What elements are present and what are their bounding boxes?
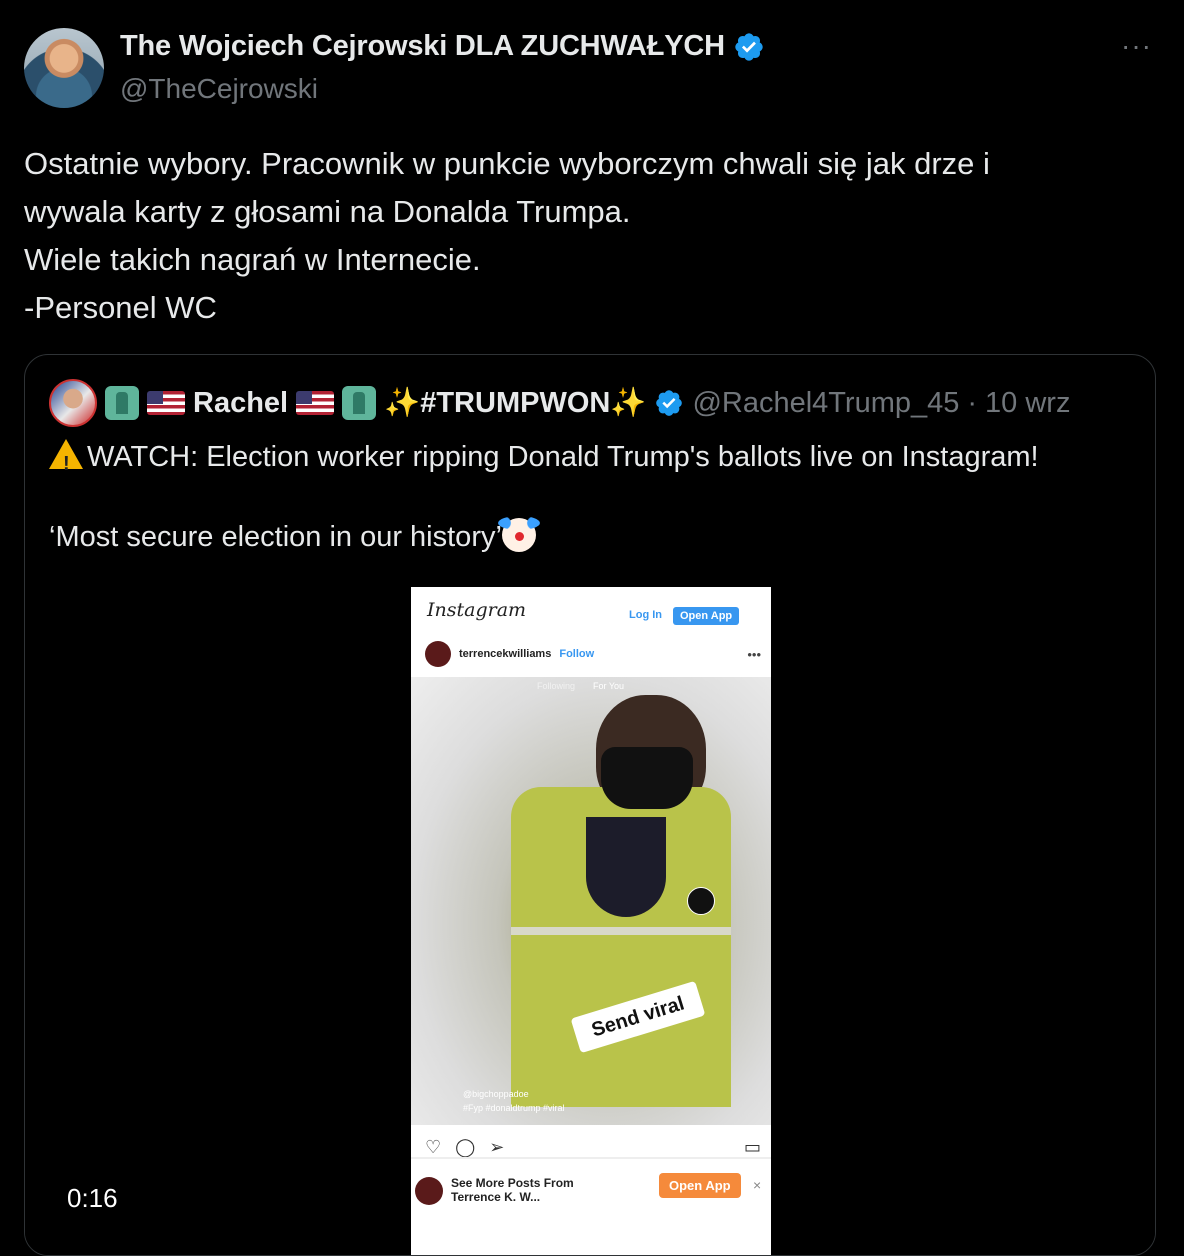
more-options-icon[interactable]: ··· xyxy=(1121,30,1152,62)
separator-dot: · xyxy=(967,386,978,419)
bookmark-icon: ▭ xyxy=(743,1137,761,1157)
instagram-user-avatar xyxy=(425,641,451,667)
instagram-username: terrencekwilliams xyxy=(459,648,552,660)
instagram-more-icon: ••• xyxy=(747,646,761,662)
caption-user: @bigchoppadoe xyxy=(463,1089,529,1099)
face-mask xyxy=(601,747,693,809)
verified-badge-icon xyxy=(735,32,763,61)
banner-avatar xyxy=(415,1177,443,1205)
vest-stripe xyxy=(511,927,731,935)
video-frame: Instagram Log In Open App terrencekwilli… xyxy=(411,587,771,1255)
instagram-actions: ♡ ◯ ➢ ▭ xyxy=(425,1137,761,1158)
clown-face-icon xyxy=(497,516,540,552)
warning-icon xyxy=(49,439,83,484)
author-handle[interactable]: @TheCejrowski xyxy=(120,73,318,105)
instagram-banner: See More Posts From Terrence K. W... Ope… xyxy=(411,1157,771,1219)
video-caption: @bigchoppadoe #Fyp #donaldtrump #viral xyxy=(463,1087,565,1115)
statue-of-liberty-icon xyxy=(105,386,139,420)
instagram-logo: Instagram xyxy=(427,599,527,621)
banner-text-line1: See More Posts From xyxy=(451,1176,574,1190)
quoted-tweet-date[interactable]: 10 wrz xyxy=(985,387,1070,420)
us-flag-icon xyxy=(296,391,335,415)
quoted-tweet-text-line2: ‘Most secure election in our history’ xyxy=(49,516,1129,557)
instagram-follow: Follow xyxy=(559,648,595,660)
video-tabs: Following For You xyxy=(537,681,624,691)
comment-icon: ◯ xyxy=(455,1137,476,1157)
quoted-author-avatar[interactable] xyxy=(49,379,97,427)
instagram-login: Log In xyxy=(629,609,662,621)
video-content: Following For You Send viral @bigchoppad… xyxy=(411,677,771,1125)
caption-tags: #Fyp #donaldtrump #viral xyxy=(463,1103,565,1113)
instagram-header: Instagram Log In Open App xyxy=(411,587,771,633)
quoted-tweet[interactable]: Rachel ✨#TRUMPWON✨ @Rachel4Trump_45 · 10… xyxy=(24,354,1156,1256)
quoted-text-2: ‘Most secure election in our history’ xyxy=(49,521,502,553)
banner-open-app: Open App xyxy=(659,1173,741,1198)
instagram-open-app: Open App xyxy=(673,607,740,625)
badge-icon xyxy=(687,887,715,915)
tab-following: Following xyxy=(537,681,576,691)
shirt xyxy=(586,817,666,917)
quoted-author-tag: ✨#TRUMPWON✨ xyxy=(384,387,647,419)
heart-icon: ♡ xyxy=(425,1137,442,1157)
banner-close-icon: × xyxy=(753,1177,762,1193)
quoted-text-1: WATCH: Election worker ripping Donald Tr… xyxy=(87,441,1039,473)
instagram-user-row: terrencekwilliams Follow ••• xyxy=(425,641,761,667)
video-duration: 0:16 xyxy=(55,1177,130,1220)
author-display-name[interactable]: The Wojciech Cejrowski DLA ZUCHWAŁYCH xyxy=(120,30,725,63)
quoted-author-handle[interactable]: @Rachel4Trump_45 xyxy=(692,387,959,420)
banner-text-line2: Terrence K. W... xyxy=(451,1190,541,1204)
us-flag-icon xyxy=(147,391,185,415)
statue-of-liberty-icon xyxy=(342,386,377,420)
banner-text: See More Posts From Terrence K. W... xyxy=(451,1176,574,1204)
quoted-author-name[interactable]: Rachel xyxy=(193,387,288,420)
video-player[interactable]: Instagram Log In Open App terrencekwilli… xyxy=(25,587,1155,1255)
quoted-tweet-header: Rachel ✨#TRUMPWON✨ @Rachel4Trump_45 · 10… xyxy=(49,379,1070,427)
verified-badge-icon xyxy=(656,390,683,416)
quoted-tweet-text-line1: WATCH: Election worker ripping Donald Tr… xyxy=(49,437,1129,484)
tweet-text: Ostatnie wybory. Pracownik w punkcie wyb… xyxy=(24,146,990,325)
author-avatar[interactable] xyxy=(24,28,104,108)
share-icon: ➢ xyxy=(489,1137,505,1157)
author-name-row: The Wojciech Cejrowski DLA ZUCHWAŁYCH xyxy=(120,30,765,63)
tab-for-you: For You xyxy=(593,681,625,691)
